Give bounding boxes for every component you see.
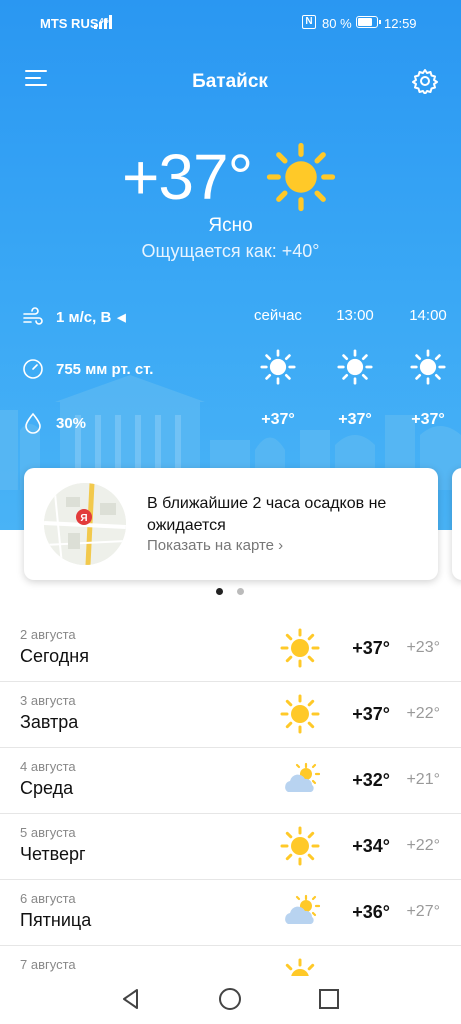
- forecast-row[interactable]: 4 августа Среда +32° +21°: [0, 748, 461, 814]
- sun-icon: [280, 628, 320, 668]
- hourly-item[interactable]: 13:00 +37°: [325, 307, 385, 447]
- forecast-day: Среда: [20, 778, 74, 798]
- nfc-icon: N: [302, 15, 316, 29]
- forecast-low: +21°: [406, 771, 440, 788]
- status-bar: MTS RUS4G N 80 % 12:59: [0, 0, 461, 44]
- pressure-gauge-icon: [23, 359, 43, 379]
- partly-cloudy-icon: [280, 892, 320, 932]
- sun-icon: [260, 349, 296, 385]
- show-on-map-link[interactable]: Показать на карте ›: [147, 537, 283, 554]
- forecast-date: 7 августа: [20, 957, 76, 972]
- hour-label: 13:00: [336, 307, 374, 324]
- sun-icon: [266, 142, 336, 212]
- forecast-low: +27°: [406, 903, 440, 920]
- hour-label: сейчас: [254, 307, 302, 324]
- forecast-date: 6 августа: [20, 891, 76, 906]
- forecast-date: 5 августа: [20, 825, 76, 840]
- sun-icon: [280, 694, 320, 734]
- sun-icon: [337, 349, 373, 385]
- forecast-row[interactable]: 3 августа Завтра +37° +22°: [0, 682, 461, 748]
- wind-direction-icon: ◀: [117, 311, 126, 324]
- forecast-high: +37°: [352, 704, 390, 724]
- battery-percent: 80 %: [322, 16, 352, 31]
- battery-icon: [356, 16, 381, 28]
- humidity-value: 30%: [56, 414, 87, 432]
- feels-like: Ощущается как: +40°: [141, 241, 320, 261]
- forecast-date: 2 августа: [20, 627, 76, 642]
- wind-value: 1 м/с, В: [56, 308, 112, 326]
- current-temperature: +37°: [122, 141, 253, 213]
- current-condition: Ясно: [208, 215, 253, 236]
- forecast-low: +22°: [406, 837, 440, 854]
- forecast-day: Пятница: [20, 910, 92, 930]
- forecast-high: +36°: [352, 902, 390, 922]
- forecast-date: 4 августа: [20, 759, 76, 774]
- forecast-day: Завтра: [20, 712, 79, 732]
- back-triangle-icon[interactable]: [118, 986, 144, 1012]
- home-circle-icon[interactable]: [217, 986, 243, 1012]
- wind-param: 1 м/с, В ◀: [22, 306, 126, 328]
- pressure-value: 755 мм рт. ст.: [56, 360, 154, 378]
- precipitation-card[interactable]: Я В ближайшие 2 часа осадков не ожидаетс…: [24, 468, 438, 580]
- hourly-item[interactable]: сейчас +37°: [248, 307, 308, 447]
- sun-icon: [410, 349, 446, 385]
- forecast-row[interactable]: 2 августа Сегодня +37° +23°: [0, 616, 461, 682]
- map-thumbnail[interactable]: Я: [44, 483, 126, 565]
- wind-icon: [23, 307, 43, 325]
- gear-icon[interactable]: [412, 68, 438, 94]
- battery-fill: [358, 18, 372, 26]
- sun-icon: [280, 826, 320, 866]
- forecast-day: Сегодня: [20, 646, 89, 666]
- forecast-day: Четверг: [20, 844, 86, 864]
- forecast-row[interactable]: 6 августа Пятница +36° +27°: [0, 880, 461, 946]
- hour-temperature: +37°: [411, 411, 445, 428]
- pager-dot[interactable]: [237, 588, 244, 595]
- signal-icon: [94, 15, 112, 29]
- hourly-item[interactable]: 14:00 +37°: [398, 307, 458, 447]
- forecast-high: +34°: [352, 836, 390, 856]
- precipitation-message: В ближайшие 2 часа осадков не ожидается: [147, 495, 387, 534]
- svg-text:Я: Я: [80, 513, 87, 524]
- forecast-low: +22°: [406, 705, 440, 722]
- pressure-param: 755 мм рт. ст.: [22, 358, 153, 380]
- forecast-date: 3 августа: [20, 693, 76, 708]
- humidity-drop-icon: [25, 412, 41, 434]
- recents-square-icon[interactable]: [316, 986, 342, 1012]
- hamburger-menu-icon[interactable]: [25, 70, 47, 90]
- next-card-peek[interactable]: [452, 468, 461, 580]
- clock: 12:59: [384, 16, 417, 31]
- humidity-param: 30%: [22, 412, 86, 434]
- forecast-high: +37°: [352, 638, 390, 658]
- forecast-high: +32°: [352, 770, 390, 790]
- pager-dot-active[interactable]: [216, 588, 223, 595]
- forecast-low: +23°: [406, 639, 440, 656]
- hour-temperature: +37°: [261, 411, 295, 428]
- pager-dots: [216, 588, 246, 596]
- hour-label: 14:00: [409, 307, 447, 324]
- partly-cloudy-icon: [280, 760, 320, 800]
- forecast-row[interactable]: 5 августа Четверг +34° +22°: [0, 814, 461, 880]
- hour-temperature: +37°: [338, 411, 372, 428]
- city-title[interactable]: Батайск: [130, 71, 330, 93]
- system-nav-bar: [0, 976, 461, 1024]
